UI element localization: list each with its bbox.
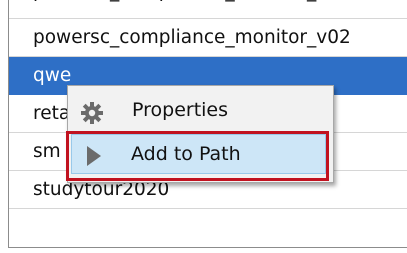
list-item-label: powersc_compliance_monitor_v02 [33,27,351,48]
list-item-label: qwe [33,65,72,86]
list-item-label: sm [33,141,61,162]
list-item[interactable]: powersc_compliance_monitor_v0 [9,0,407,19]
context-menu: Properties Add to Path [67,85,334,183]
menu-item-label: Properties [132,99,229,121]
menu-item-add-to-path[interactable]: Add to Path [71,134,326,174]
play-arrow-icon [84,143,108,167]
menu-item-label: Add to Path [131,143,241,165]
list-item-label: reta [33,103,71,124]
list-item-label: powersc_compliance_monitor_v0 [33,0,339,1]
list-item[interactable]: powersc_compliance_monitor_v02 [9,19,407,57]
menu-item-properties[interactable]: Properties [68,90,331,130]
gear-icon [80,99,104,124]
